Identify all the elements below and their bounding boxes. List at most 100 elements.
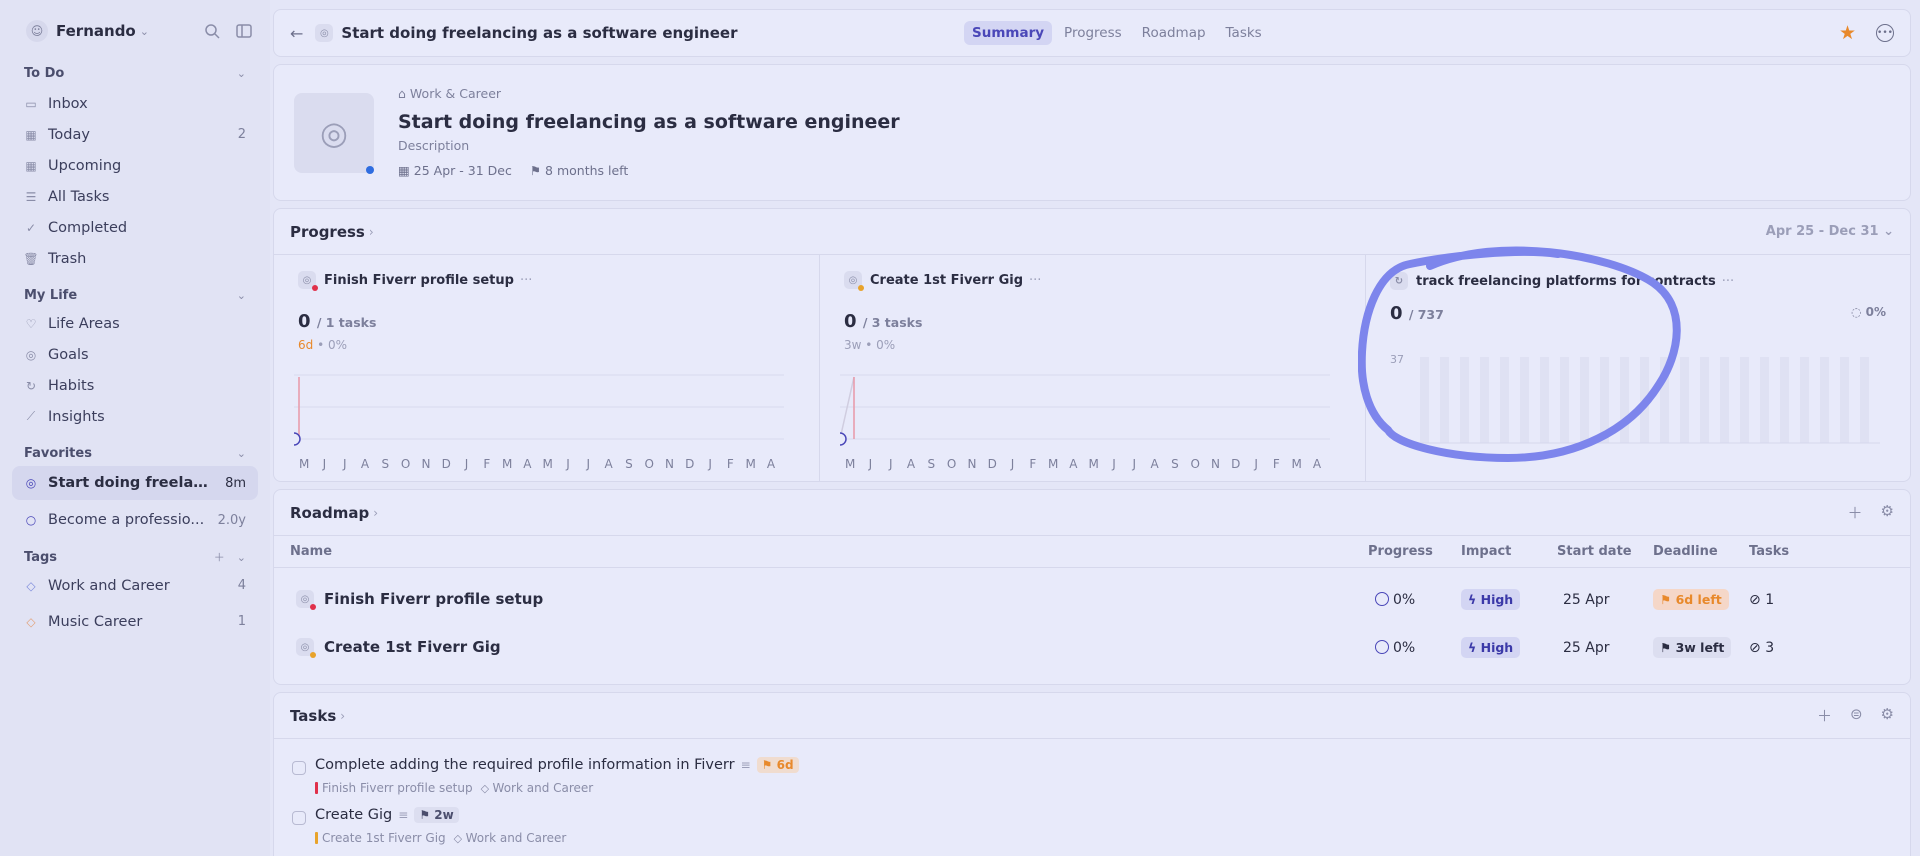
- table-row[interactable]: ◎ Create 1st Fiverr Gig 0% ϟ High 25 Apr …: [274, 626, 1910, 674]
- search-icon[interactable]: [204, 23, 220, 39]
- chevron-down-icon[interactable]: ⌄: [237, 447, 246, 460]
- sidebar-item-upcoming[interactable]: ▦ Upcoming: [12, 150, 258, 181]
- more-icon[interactable]: ···: [520, 273, 532, 288]
- chevron-down-icon[interactable]: ⌄: [140, 25, 149, 38]
- tab-progress[interactable]: Progress: [1056, 21, 1130, 45]
- roadmap-item-start[interactable]: 25 Apr: [1563, 640, 1609, 656]
- section-todo[interactable]: To Do ⌄: [12, 62, 258, 84]
- progress-panel[interactable]: ◎ Finish Fiverr profile setup ··· 0 / 1 ta…: [274, 255, 820, 481]
- deadline-badge[interactable]: ⚑ 6d left: [1653, 589, 1729, 610]
- chevron-down-icon[interactable]: ⌄: [237, 67, 246, 80]
- goal-color-bar: [315, 832, 318, 844]
- deadline-badge[interactable]: ⚑ 3w left: [1653, 637, 1732, 658]
- life-area-text: Work & Career: [409, 86, 502, 101]
- task-tag[interactable]: ◇ Work and Career: [454, 831, 567, 845]
- due-badge[interactable]: ⚑ 6d: [756, 757, 799, 773]
- task-checkbox[interactable]: [292, 761, 306, 775]
- avatar[interactable]: ☺: [26, 20, 48, 42]
- due-badge[interactable]: ⚑ 2w: [414, 807, 459, 823]
- habit-bar: [1620, 357, 1629, 443]
- month-tick: M: [1088, 457, 1099, 471]
- sidebar-item-all-tasks[interactable]: ☰ All Tasks: [12, 181, 258, 212]
- section-tags[interactable]: Tags ＋ ⌄: [12, 546, 258, 568]
- calendar-icon: ▦: [25, 127, 37, 142]
- column-impact[interactable]: Impact: [1461, 544, 1511, 559]
- goal-dates[interactable]: ▦ 25 Apr - 31 Dec: [398, 163, 512, 178]
- chevron-right-icon[interactable]: ›: [369, 225, 374, 239]
- progress-date-range[interactable]: Apr 25 - Dec 31 ⌄: [1766, 224, 1894, 239]
- task-tag[interactable]: ◇ Work and Career: [481, 781, 594, 795]
- life-area-label[interactable]: ⌂ Work & Career: [398, 86, 501, 101]
- column-tasks[interactable]: Tasks: [1749, 544, 1789, 559]
- sidebar-item-completed[interactable]: ✓ Completed: [12, 212, 258, 243]
- more-icon[interactable]: ···: [1029, 273, 1041, 288]
- impact-badge[interactable]: ϟ High: [1461, 589, 1521, 610]
- month-tick: A: [523, 457, 532, 471]
- sliders-icon[interactable]: ⚙: [1881, 705, 1894, 726]
- goal-title[interactable]: Start doing freelancing as a software en…: [398, 111, 900, 133]
- filter-icon[interactable]: ⊜: [1850, 705, 1863, 726]
- sidebar-tag-work-and-career[interactable]: ◇ Work and Career 4: [12, 570, 258, 601]
- goal-target-icon[interactable]: ◎: [294, 93, 374, 173]
- plus-icon[interactable]: ＋: [214, 551, 225, 564]
- sidebar-item-inbox[interactable]: ▭ Inbox: [12, 88, 258, 119]
- sidebar-item-favorite-freelancing[interactable]: ◎ Start doing freelan... 8m: [12, 466, 258, 500]
- sidebar-item-favorite-professional[interactable]: ○ Become a professio... 2.0y: [12, 500, 258, 540]
- sidebar-item-life-areas[interactable]: ♡ Life Areas: [12, 308, 258, 339]
- chevron-down-icon[interactable]: ⌄: [237, 289, 246, 302]
- plus-icon[interactable]: ＋: [1848, 502, 1863, 523]
- page-title: Start doing freelancing as a software en…: [341, 24, 738, 42]
- tab-roadmap[interactable]: Roadmap: [1134, 21, 1214, 45]
- column-progress[interactable]: Progress: [1368, 544, 1433, 559]
- more-icon[interactable]: ···: [1722, 274, 1734, 289]
- section-favorites-label: Favorites: [24, 445, 92, 461]
- roadmap-item-progress: 0%: [1375, 640, 1415, 656]
- sidebar-tag-music-career[interactable]: ◇ Music Career 1: [12, 606, 258, 637]
- roadmap-header-row: Name Progress Impact Start date Deadline…: [274, 536, 1910, 568]
- roadmap-title[interactable]: Roadmap: [290, 504, 369, 522]
- impact-badge[interactable]: ϟ High: [1461, 637, 1521, 658]
- sidebar-toggle-icon[interactable]: [236, 23, 252, 39]
- task-item[interactable]: Create Gig ≡ ⚑ 2w Create 1st Fiverr Gig ◇ W…: [274, 801, 1910, 851]
- sidebar-item-goals[interactable]: ◎ Goals: [12, 339, 258, 370]
- progress-title[interactable]: Progress: [290, 223, 365, 241]
- more-icon[interactable]: •••: [1876, 24, 1894, 42]
- task-goal[interactable]: Finish Fiverr profile setup: [315, 781, 473, 795]
- sliders-icon[interactable]: ⚙: [1881, 502, 1894, 523]
- month-tick: S: [1171, 457, 1179, 471]
- task-goal[interactable]: Create 1st Fiverr Gig: [315, 831, 446, 845]
- sidebar-item-label: Work and Career: [48, 577, 170, 594]
- panel-title: Finish Fiverr profile setup: [324, 272, 514, 288]
- trash-icon: 🗑: [23, 251, 39, 266]
- user-name[interactable]: Fernando: [56, 22, 136, 40]
- goal-description[interactable]: Description: [398, 138, 469, 153]
- section-favorites[interactable]: Favorites ⌄: [12, 442, 258, 464]
- plus-icon[interactable]: ＋: [1817, 705, 1832, 726]
- habit-bar: [1760, 357, 1769, 443]
- task-item[interactable]: Complete adding the required profile inf…: [274, 751, 1910, 801]
- chevron-down-icon[interactable]: ⌄: [237, 551, 246, 564]
- chevron-right-icon[interactable]: ›: [373, 506, 378, 520]
- column-name[interactable]: Name: [290, 544, 332, 559]
- tab-summary[interactable]: Summary: [964, 21, 1053, 45]
- sidebar-item-today[interactable]: ▦ Today 2: [12, 119, 258, 150]
- panel-count: 0 / 3 tasks: [844, 311, 922, 332]
- column-start-date[interactable]: Start date: [1557, 544, 1632, 559]
- back-arrow-icon[interactable]: ←: [290, 24, 303, 43]
- tag-icon: ◇: [26, 578, 36, 593]
- star-icon[interactable]: ★: [1839, 22, 1856, 44]
- tab-tasks[interactable]: Tasks: [1218, 21, 1270, 45]
- sidebar-item-trash[interactable]: 🗑 Trash: [12, 243, 258, 274]
- sidebar-item-habits[interactable]: ↻ Habits: [12, 370, 258, 401]
- chevron-right-icon[interactable]: ›: [340, 709, 345, 723]
- sidebar-item-insights[interactable]: ⟋ Insights: [12, 401, 258, 432]
- progress-panel[interactable]: ↻ track freelancing platforms for contrac…: [1366, 255, 1910, 481]
- tasks-title[interactable]: Tasks: [290, 707, 336, 725]
- section-my-life[interactable]: My Life ⌄: [12, 284, 258, 306]
- roadmap-item-start[interactable]: 25 Apr: [1563, 592, 1609, 608]
- progress-panel[interactable]: ◎ Create 1st Fiverr Gig ··· 0 / 3 tasks 3w…: [820, 255, 1366, 481]
- target-icon: ◎: [25, 476, 37, 490]
- task-checkbox[interactable]: [292, 811, 306, 825]
- column-deadline[interactable]: Deadline: [1653, 544, 1718, 559]
- table-row[interactable]: ◎ Finish Fiverr profile setup 0% ϟ High 2…: [274, 578, 1910, 626]
